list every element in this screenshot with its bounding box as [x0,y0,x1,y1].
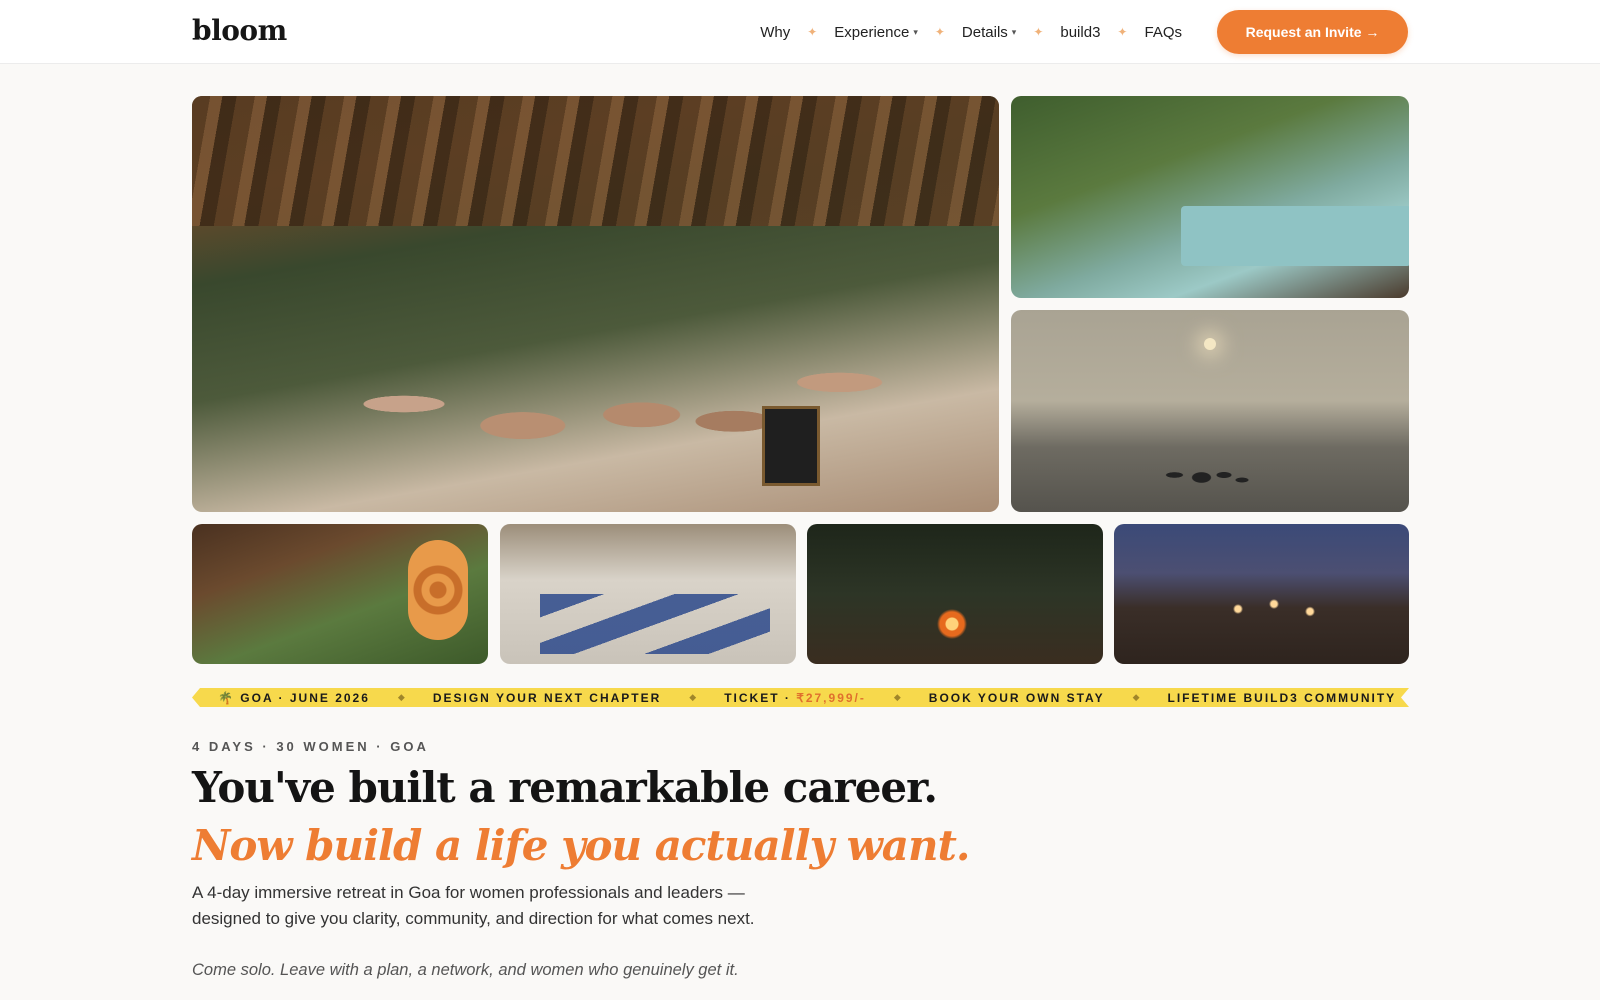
ticker-item: 🌴 GOA · JUNE 2026 [218,690,370,705]
nav-faqs-label: FAQs [1144,23,1182,41]
nav-build3[interactable]: build3 [1060,24,1100,41]
nav-separator-icon: ✦ [807,25,818,39]
chevron-down-icon: ▾ [913,26,918,37]
nav-separator-icon: ✦ [1117,25,1128,39]
photo-candle-lights [1214,584,1334,634]
nav-why-label: Why [760,23,791,41]
photo-roof-detail [192,96,999,226]
nav-experience[interactable]: Experience ▾ [834,24,918,41]
nav-why[interactable]: Why [760,24,790,41]
chevron-down-icon: ▾ [1011,26,1017,37]
nav-details[interactable]: Details ▾ [962,24,1016,41]
ticker-strip: 🌴 GOA · JUNE 2026 ◆ DESIGN YOUR NEXT CHA… [192,688,1409,707]
ticket-price: ₹27,999/- [796,690,866,705]
photo-silhouettes [1161,450,1251,500]
ticker-item: BOOK YOUR OWN STAY [928,690,1105,705]
photo-bonfire-circle [807,524,1103,664]
ticker-track: 🌴 GOA · JUNE 2026 ◆ DESIGN YOUR NEXT CHA… [218,688,1409,707]
nav-build3-label: build3 [1060,23,1101,41]
diamond-separator-icon: ◆ [893,692,901,702]
hero-subtitle: Now build a life you actually want. [192,821,971,870]
hero-title: You've built a remarkable career. [192,763,938,812]
nav-separator-icon: ✦ [1033,25,1044,39]
logo[interactable]: bloom [192,14,287,47]
nav-faqs[interactable]: FAQs [1144,24,1182,41]
photo-pool-water [1181,206,1409,266]
request-invite-button[interactable]: Request an Invite → [1217,10,1408,54]
hero-eyebrow: 4 DAYS · 30 WOMEN · GOA [192,739,429,754]
hero-tagline: Come solo. Leave with a plan, a network,… [192,961,739,979]
photo-bonfire [937,609,967,639]
hero-description: A 4-day immersive retreat in Goa for wom… [192,883,755,928]
diamond-separator-icon: ◆ [1132,692,1140,702]
photo-sun [1204,338,1216,350]
diamond-separator-icon: ◆ [397,692,405,702]
photo-reading-by-pool [1011,96,1409,298]
photo-people-detail [272,296,932,512]
ticker-item: DESIGN YOUR NEXT CHAPTER [432,690,662,705]
main-nav: Why ✦ Experience ▾ ✦ Details ▾ ✦ build3 ✦ … [760,0,1182,64]
site-header: bloom Why ✦ Experience ▾ ✦ Details ▾ ✦ bui… [0,0,1600,64]
photo-welcome-board [762,406,820,486]
photo-dinner-evening [1114,524,1409,664]
ticker-item: LIFETIME BUILD3 COMMUNITY [1167,690,1397,705]
ticker-item: TICKET · ₹27,999/- [724,690,866,705]
photo-target-sign [408,540,468,640]
photo-yoga-mats [540,594,770,654]
photo-garden-pavilion [192,524,488,664]
photo-group-welcome [192,96,999,512]
photo-yoga-session [500,524,796,664]
nav-experience-label: Experience [834,23,910,41]
nav-separator-icon: ✦ [934,25,945,39]
palm-tree-icon: 🌴 [218,690,235,705]
nav-details-label: Details [961,23,1008,41]
diamond-separator-icon: ◆ [689,692,697,702]
photo-beach-sunset [1011,310,1409,512]
